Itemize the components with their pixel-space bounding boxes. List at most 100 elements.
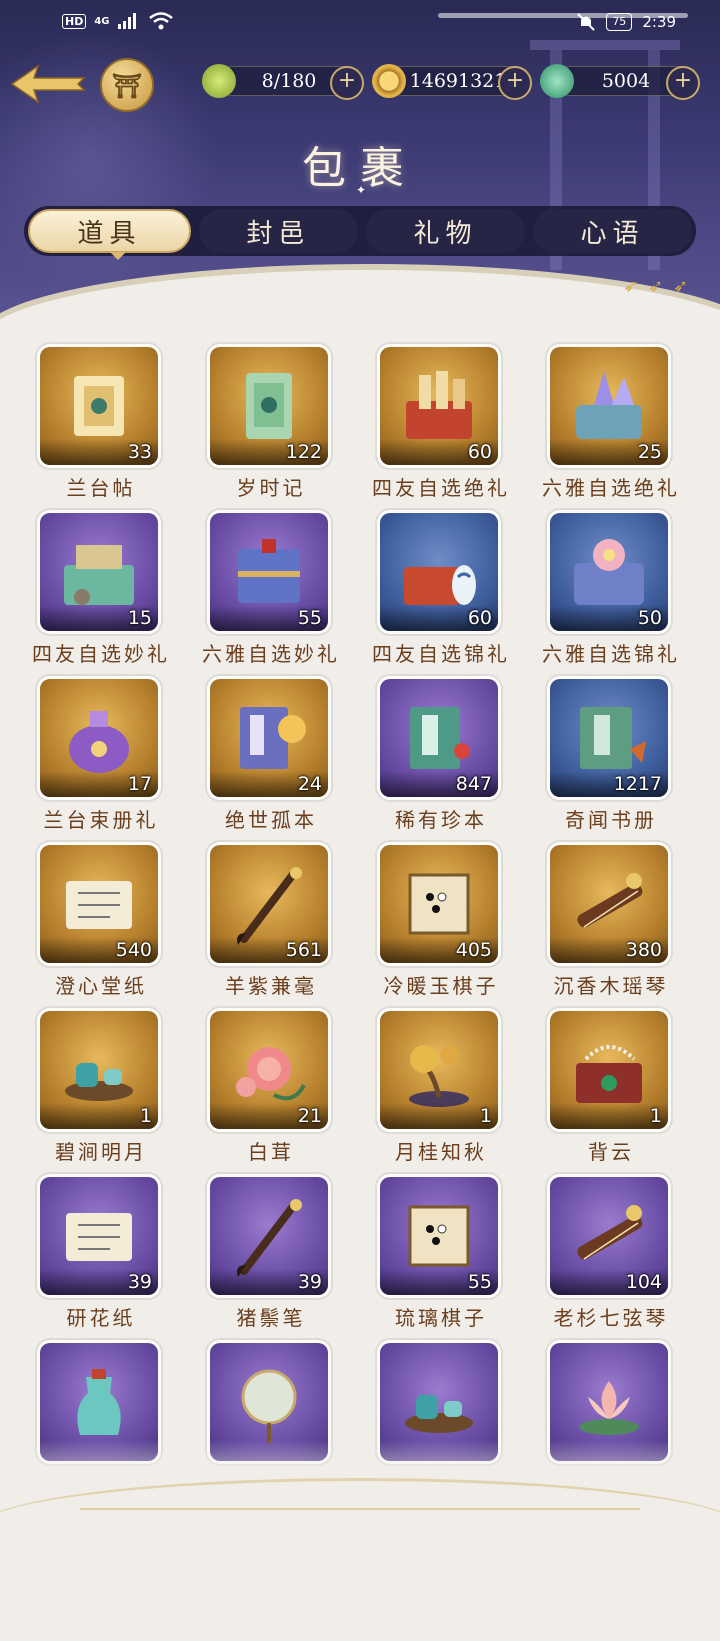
add-coins-button[interactable]: + xyxy=(498,66,532,100)
back-arrow-icon xyxy=(10,64,86,104)
resource-coins: 14691321 + xyxy=(372,64,532,100)
green-giftbox-icon xyxy=(64,545,134,605)
item-cell[interactable]: 55 琉璃棋子 xyxy=(356,1160,526,1330)
item-cell[interactable]: 55 六雅自选妙礼 xyxy=(186,496,356,666)
item-count: 21 xyxy=(297,1105,322,1127)
item-count: 122 xyxy=(285,441,322,463)
item-card[interactable]: 39 xyxy=(40,1177,158,1295)
crystal-giftbox-icon xyxy=(576,371,642,439)
active-tab-pointer xyxy=(110,252,126,260)
item-cell[interactable]: 60 四友自选锦礼 xyxy=(356,496,526,666)
item-card[interactable]: 33 xyxy=(40,347,158,465)
add-jade-button[interactable]: + xyxy=(666,66,700,100)
home-button[interactable]: ⛩ xyxy=(100,58,154,112)
item-count: 1 xyxy=(139,1105,152,1127)
item-card[interactable]: 17 xyxy=(40,679,158,797)
item-cell[interactable]: 540 澄心堂纸 xyxy=(16,828,186,998)
item-card[interactable]: 104 xyxy=(550,1177,668,1295)
item-card[interactable]: 60 xyxy=(380,347,498,465)
item-cell[interactable]: 1 碧涧明月 xyxy=(16,994,186,1164)
item-card[interactable]: 380 xyxy=(550,845,668,963)
item-cell[interactable]: 60 四友自选绝礼 xyxy=(356,330,526,500)
jade-bell-icon xyxy=(540,64,574,98)
item-count: 104 xyxy=(625,1271,662,1293)
item-count: 380 xyxy=(625,939,662,961)
item-cell[interactable]: 1 月桂知秋 xyxy=(356,994,526,1164)
item-card[interactable]: 60 xyxy=(380,513,498,631)
tab-gifts[interactable]: 礼物 xyxy=(366,209,525,253)
item-count: 39 xyxy=(127,1271,152,1293)
item-card[interactable]: 55 xyxy=(380,1177,498,1295)
item-card[interactable]: 1 xyxy=(550,1011,668,1129)
resource-jade: 5004 + xyxy=(540,64,700,100)
brush-icon xyxy=(237,867,302,945)
item-cell[interactable]: 561 羊紫兼毫 xyxy=(186,828,356,998)
item-cell[interactable]: 380 沉香木瑶琴 xyxy=(526,828,696,998)
coin-icon xyxy=(372,64,406,98)
item-count: 25 xyxy=(637,441,662,463)
title-sparkle-icon: ✦ xyxy=(356,183,367,197)
item-cell[interactable]: 104 老杉七弦琴 xyxy=(526,1160,696,1330)
item-card[interactable]: 847 xyxy=(380,679,498,797)
leaf-stamina-icon xyxy=(202,64,236,98)
item-card[interactable]: 405 xyxy=(380,845,498,963)
tab-bar: 道具 封邑 礼物 心语 xyxy=(24,206,696,256)
peony-icon xyxy=(236,1047,306,1101)
item-card[interactable]: 21 xyxy=(210,1011,328,1129)
item-count: 17 xyxy=(127,773,152,795)
item-count: 1 xyxy=(479,1105,492,1127)
item-card[interactable]: 39 xyxy=(210,1177,328,1295)
item-card[interactable]: 1 xyxy=(40,1011,158,1129)
item-cell[interactable]: 1217 奇闻书册 xyxy=(526,662,696,832)
item-card[interactable]: 50 xyxy=(550,513,668,631)
tab-items[interactable]: 道具 xyxy=(28,209,191,253)
item-card[interactable]: 55 xyxy=(210,513,328,631)
item-cell[interactable]: 33 兰台帖 xyxy=(16,330,186,500)
rare-book-icon xyxy=(240,707,306,769)
item-count: 405 xyxy=(455,939,492,961)
item-count: 33 xyxy=(127,441,152,463)
blue-chest-icon xyxy=(238,539,300,603)
item-card[interactable]: 15 xyxy=(40,513,158,631)
tea-set-icon xyxy=(65,1063,133,1101)
red-giftbox-scrolls-icon xyxy=(406,371,472,439)
item-cell[interactable]: 17 兰台束册礼 xyxy=(16,662,186,832)
item-count: 60 xyxy=(467,607,492,629)
item-cell[interactable]: 847 稀有珍本 xyxy=(356,662,526,832)
item-cell[interactable]: 39 研花纸 xyxy=(16,1160,186,1330)
go-board-icon xyxy=(408,1205,470,1267)
bottom-wave-edge xyxy=(0,1478,720,1641)
item-cell[interactable]: 405 冷暖玉棋子 xyxy=(356,828,526,998)
item-card[interactable]: 122 xyxy=(210,347,328,465)
jade-value: 5004 xyxy=(601,70,651,92)
item-count: 39 xyxy=(297,1271,322,1293)
item-card[interactable]: 561 xyxy=(210,845,328,963)
item-card[interactable]: 24 xyxy=(210,679,328,797)
item-cell[interactable]: 24 绝世孤本 xyxy=(186,662,356,832)
mute-bell-icon xyxy=(577,13,596,31)
item-cell[interactable]: 50 六雅自选锦礼 xyxy=(526,496,696,666)
item-cell[interactable]: 21 白茸 xyxy=(186,994,356,1164)
item-cell[interactable]: 25 六雅自选绝礼 xyxy=(526,330,696,500)
back-button[interactable] xyxy=(8,58,88,110)
stamina-value: 8/180 xyxy=(261,70,317,92)
item-count: 540 xyxy=(115,939,152,961)
item-card[interactable]: 25 xyxy=(550,347,668,465)
item-card[interactable]: 540 xyxy=(40,845,158,963)
item-cell[interactable]: 1 背云 xyxy=(526,994,696,1164)
status-bar: HD 4G 75 2:39 xyxy=(0,0,720,46)
green-book-icon xyxy=(246,373,292,439)
item-card[interactable]: 1217 xyxy=(550,679,668,797)
hd-icon: HD xyxy=(62,13,87,29)
lotus-icon xyxy=(579,1381,639,1435)
tea-set-icon xyxy=(405,1395,473,1433)
jade-book-icon xyxy=(410,707,470,769)
add-stamina-button[interactable]: + xyxy=(330,66,364,100)
tab-heart-words[interactable]: 心语 xyxy=(533,209,692,253)
item-cell[interactable]: 122 岁时记 xyxy=(186,330,356,500)
item-card[interactable]: 1 xyxy=(380,1011,498,1129)
item-cell[interactable]: 15 四友自选妙礼 xyxy=(16,496,186,666)
item-count: 15 xyxy=(127,607,152,629)
tab-fief[interactable]: 封邑 xyxy=(199,209,358,253)
item-cell[interactable]: 39 猪鬃笔 xyxy=(186,1160,356,1330)
